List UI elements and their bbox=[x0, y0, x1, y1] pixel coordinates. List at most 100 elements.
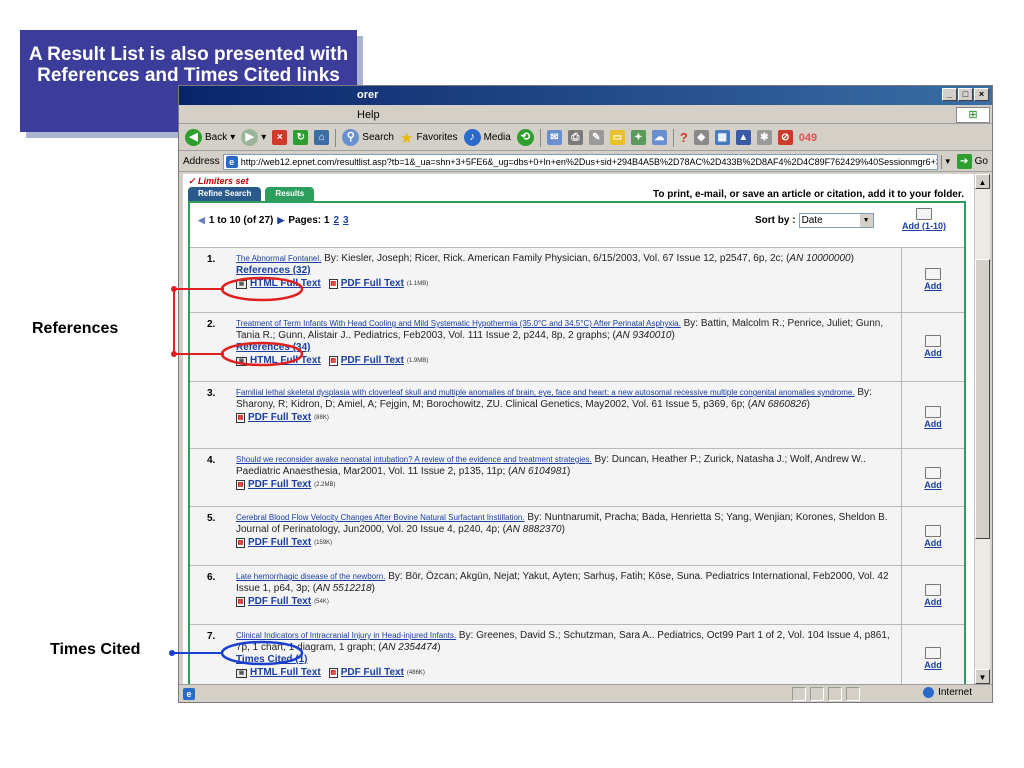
blocker-icon[interactable]: ⊘ bbox=[777, 130, 793, 145]
add-to-folder[interactable]: Add bbox=[902, 467, 964, 490]
add-to-folder[interactable]: Add bbox=[902, 268, 964, 291]
vertical-scrollbar[interactable]: ▲ ▼ bbox=[974, 174, 990, 684]
folder-icon bbox=[925, 335, 941, 347]
add-all-to-folder[interactable]: Add (1-10) bbox=[894, 208, 954, 231]
sort-select[interactable]: Date ▼ bbox=[798, 213, 874, 228]
add-to-folder[interactable]: Add bbox=[902, 406, 964, 429]
times-cited-link[interactable]: Times Cited (1) bbox=[236, 654, 308, 665]
folder-icon[interactable]: ▭ bbox=[609, 130, 625, 145]
citation-close: ) bbox=[806, 399, 811, 410]
maximize-button[interactable]: □ bbox=[958, 88, 973, 101]
address-dropdown-icon[interactable]: ▼ bbox=[940, 154, 954, 169]
pdf-fulltext-link[interactable]: PDF Full Text bbox=[341, 667, 404, 679]
result-title-link[interactable]: Clinical Indicators of Intracranial Inju… bbox=[236, 631, 456, 640]
scroll-up-icon[interactable]: ▲ bbox=[975, 174, 990, 189]
result-body: Cerebral Blood Flow Velocity Changes Aft… bbox=[236, 512, 901, 549]
back-button[interactable]: ◀ Back ▾ bbox=[185, 129, 235, 146]
folder-icon bbox=[925, 647, 941, 659]
messenger-icon[interactable]: ✦ bbox=[630, 130, 646, 145]
add-column: Add bbox=[901, 248, 964, 312]
result-body: Familial lethal skeletal dysplasia with … bbox=[236, 387, 901, 424]
grid-icon[interactable]: ▦ bbox=[714, 130, 730, 145]
add-link[interactable]: Add bbox=[924, 348, 942, 358]
address-input[interactable]: e http://web12.epnet.com/resultlist.asp?… bbox=[222, 153, 938, 170]
close-button[interactable]: × bbox=[974, 88, 989, 101]
history-icon[interactable]: ⟲ bbox=[516, 129, 534, 146]
address-bar: Address e http://web12.epnet.com/resultl… bbox=[179, 152, 992, 172]
add-link[interactable]: Add bbox=[924, 660, 942, 670]
edit-icon[interactable]: ✎ bbox=[588, 130, 604, 145]
stop-icon[interactable]: × bbox=[272, 130, 288, 145]
refresh-icon[interactable]: ↻ bbox=[293, 130, 309, 145]
accession-number: AN 9340010 bbox=[615, 330, 672, 341]
add-all-link[interactable]: Add (1-10) bbox=[902, 221, 946, 231]
html-fulltext-link[interactable]: HTML Full Text bbox=[250, 278, 321, 290]
add-to-folder[interactable]: Add bbox=[902, 335, 964, 358]
pdf-icon: ▤ bbox=[328, 356, 338, 366]
result-item: 5. Cerebral Blood Flow Velocity Changes A… bbox=[190, 506, 964, 565]
add-link[interactable]: Add bbox=[924, 480, 942, 490]
page-2-link[interactable]: 2 bbox=[333, 215, 339, 226]
html-fulltext-icon: ▤ bbox=[236, 668, 247, 678]
favorites-button[interactable]: ★ Favorites bbox=[400, 129, 458, 147]
search-button[interactable]: ⚲ Search bbox=[342, 129, 394, 146]
mail-icon[interactable]: ✉ bbox=[546, 130, 562, 145]
pager: ◀ 1 to 10 (of 27) ▶ Pages: 1 2 3 bbox=[198, 215, 349, 226]
references-link[interactable]: References (32) bbox=[236, 265, 310, 276]
add-link[interactable]: Add bbox=[924, 538, 942, 548]
citation-close: ) bbox=[371, 583, 376, 594]
discuss-icon[interactable]: ☁ bbox=[651, 130, 667, 145]
limiters-set[interactable]: ✓ Limiters set bbox=[188, 176, 249, 187]
pdf-icon: ▤ bbox=[328, 279, 338, 289]
result-body: Late hemorrhagic disease of the newborn.… bbox=[236, 571, 901, 608]
tab-results[interactable]: Results bbox=[265, 187, 315, 201]
result-title-link[interactable]: Familial lethal skeletal dysplasia with … bbox=[236, 388, 855, 397]
toolbar-extra-icon[interactable]: ▲ bbox=[735, 130, 751, 145]
pdf-fulltext-link[interactable]: PDF Full Text bbox=[341, 355, 404, 367]
print-icon[interactable]: ⎙ bbox=[567, 130, 583, 145]
settings-icon[interactable]: ✱ bbox=[756, 130, 772, 145]
add-to-folder[interactable]: Add bbox=[902, 584, 964, 607]
add-link[interactable]: Add bbox=[924, 419, 942, 429]
pdf-size: (88K) bbox=[314, 415, 329, 421]
result-number: 2. bbox=[207, 319, 216, 330]
page-3-link[interactable]: 3 bbox=[343, 215, 349, 226]
media-button[interactable]: ♪ Media bbox=[463, 129, 511, 146]
add-column: Add bbox=[901, 507, 964, 565]
add-link[interactable]: Add bbox=[924, 597, 942, 607]
result-title-link[interactable]: Late hemorrhagic disease of the newborn. bbox=[236, 572, 385, 581]
result-title-link[interactable]: The Abnormal Fontanel. bbox=[236, 254, 321, 263]
add-link[interactable]: Add bbox=[924, 281, 942, 291]
result-title-link[interactable]: Treatment of Term Infants With Head Cool… bbox=[236, 319, 681, 328]
folder-icon bbox=[916, 208, 932, 220]
plugin-icon[interactable]: ◆ bbox=[693, 130, 709, 145]
home-icon[interactable]: ⌂ bbox=[314, 130, 330, 145]
minimize-button[interactable]: _ bbox=[942, 88, 957, 101]
forward-button[interactable]: ▶ ▾ bbox=[241, 129, 266, 146]
address-label: Address bbox=[183, 156, 220, 167]
result-title-link[interactable]: Should we reconsider awake neonatal intu… bbox=[236, 455, 592, 464]
help-icon[interactable]: ? bbox=[680, 130, 688, 145]
menu-help[interactable]: Help bbox=[357, 109, 380, 121]
add-to-folder[interactable]: Add bbox=[902, 647, 964, 670]
pdf-fulltext-link[interactable]: PDF Full Text bbox=[248, 412, 311, 424]
citation-close: ) bbox=[561, 524, 565, 535]
html-fulltext-link[interactable]: HTML Full Text bbox=[250, 355, 321, 367]
html-fulltext-link[interactable]: HTML Full Text bbox=[250, 667, 321, 679]
add-to-folder[interactable]: Add bbox=[902, 525, 964, 548]
prev-page-icon[interactable]: ◀ bbox=[198, 215, 205, 226]
folder-icon bbox=[925, 584, 941, 596]
tab-refine-search[interactable]: Refine Search bbox=[188, 187, 262, 201]
pdf-fulltext-link[interactable]: PDF Full Text bbox=[248, 479, 311, 491]
result-title-link[interactable]: Cerebral Blood Flow Velocity Changes Aft… bbox=[236, 513, 525, 522]
folder-icon bbox=[925, 467, 941, 479]
accession-number: AN 5512218 bbox=[316, 583, 372, 594]
go-button[interactable]: ➔ Go bbox=[956, 154, 992, 169]
scroll-down-icon[interactable]: ▼ bbox=[975, 669, 990, 684]
scroll-thumb[interactable] bbox=[975, 259, 990, 539]
pdf-fulltext-link[interactable]: PDF Full Text bbox=[341, 278, 404, 290]
references-link[interactable]: References (34) bbox=[236, 342, 310, 353]
next-page-icon[interactable]: ▶ bbox=[277, 215, 284, 226]
pdf-fulltext-link[interactable]: PDF Full Text bbox=[248, 596, 311, 608]
pdf-fulltext-link[interactable]: PDF Full Text bbox=[248, 537, 311, 549]
